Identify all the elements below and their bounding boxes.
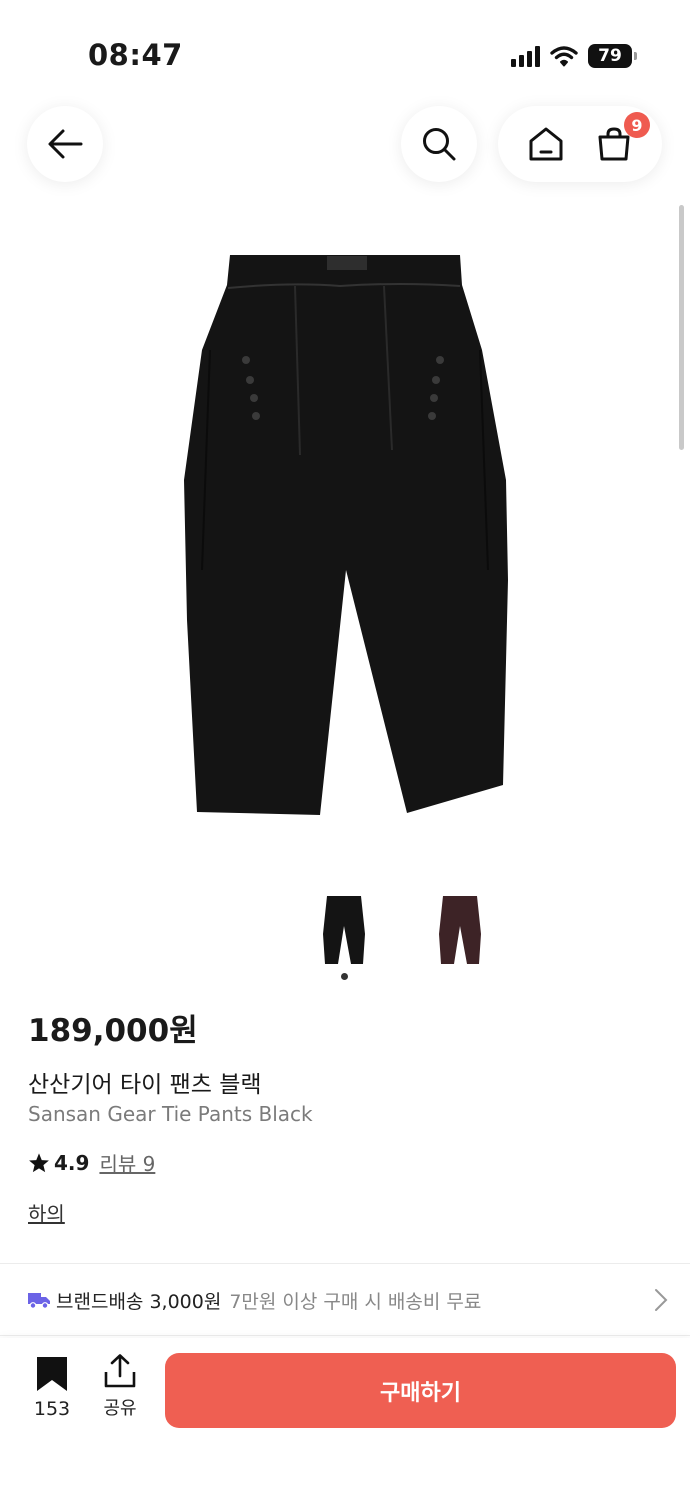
review-link[interactable]: 리뷰 9 [99, 1148, 155, 1177]
bookmark-icon [37, 1357, 67, 1391]
rating-score: 4.9 [54, 1150, 90, 1175]
status-time: 08:47 [88, 38, 183, 72]
status-icons: 79 [511, 42, 637, 70]
free-shipping-note: 7만원 이상 구매 시 배송비 무료 [229, 1290, 482, 1313]
home-icon [529, 127, 563, 161]
carousel-indicator [341, 973, 348, 980]
cart-count-badge: 9 [624, 112, 650, 138]
scrollbar[interactable] [679, 205, 684, 450]
divider [0, 1263, 690, 1264]
product-price: 189,000원 [28, 1013, 198, 1049]
category-link[interactable]: 하의 [28, 1198, 65, 1227]
bookmark-button[interactable]: 153 [26, 1356, 78, 1420]
battery-indicator: 79 [588, 44, 637, 68]
bookmark-count: 153 [33, 1398, 71, 1420]
bottom-action-bar: 153 공유 구매하기 [0, 1338, 690, 1500]
share-button[interactable]: 공유 [96, 1354, 144, 1420]
thumbnail-burgundy[interactable] [428, 890, 492, 970]
back-button[interactable] [27, 106, 103, 182]
share-label: 공유 [103, 1398, 137, 1419]
arrow-left-icon [48, 129, 83, 159]
star-icon [29, 1152, 49, 1172]
truck-icon [28, 1293, 50, 1309]
search-icon [423, 128, 456, 161]
rating-row: 4.9 리뷰 9 [28, 1148, 155, 1177]
divider [0, 1335, 690, 1336]
wifi-icon [550, 46, 578, 67]
buy-button[interactable]: 구매하기 [165, 1353, 676, 1428]
home-button[interactable] [524, 122, 568, 166]
share-icon [104, 1354, 136, 1388]
product-name-english: Sansan Gear Tie Pants Black [28, 1102, 313, 1126]
product-name-korean: 산산기어 타이 팬츠 블랙 [28, 1072, 262, 1098]
signal-icon [511, 45, 540, 67]
chevron-right-icon [655, 1289, 668, 1311]
shipping-info-row[interactable]: 브랜드배송 3,000원 7만원 이상 구매 시 배송비 무료 [28, 1284, 668, 1316]
cart-button[interactable]: 9 [592, 112, 650, 166]
search-button[interactable] [401, 106, 477, 182]
header-actions: 9 [498, 106, 662, 182]
shipping-fee: 브랜드배송 3,000원 [56, 1290, 222, 1313]
thumbnail-list [312, 890, 492, 970]
thumbnail-black[interactable] [312, 890, 376, 970]
product-image[interactable] [170, 240, 520, 830]
